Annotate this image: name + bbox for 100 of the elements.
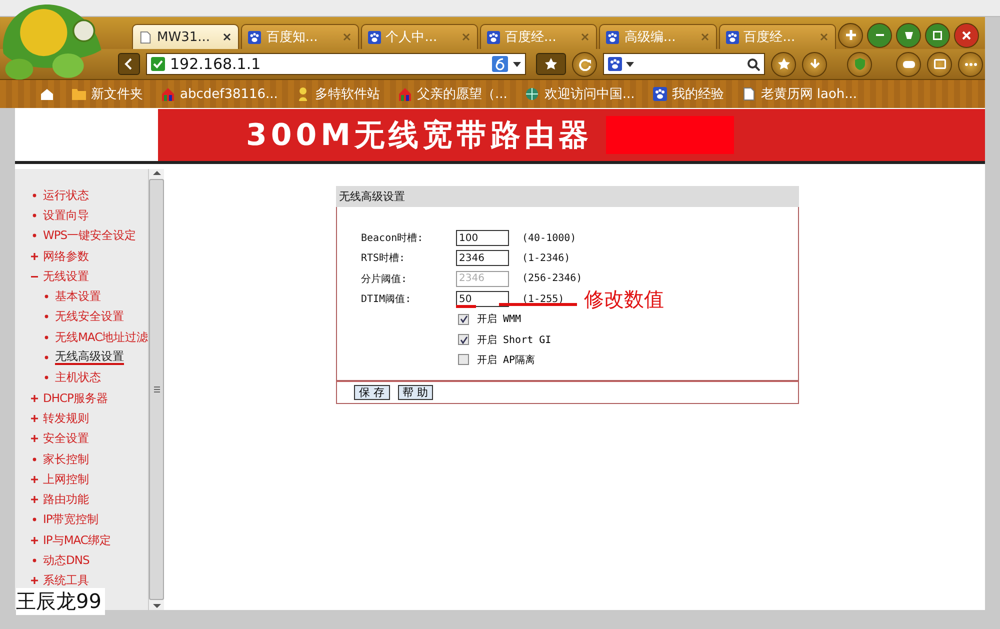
checkbox-label: 开启 WMM xyxy=(477,312,522,326)
nav-link[interactable]: 主机状态 xyxy=(55,370,101,386)
browser-tab[interactable]: 高级编... xyxy=(599,24,717,49)
house-icon xyxy=(398,87,412,101)
nav-link[interactable]: WPS一键安全设定 xyxy=(43,228,136,244)
nav-link[interactable]: 家长控制 xyxy=(43,452,89,466)
annotation-note: 修改数值 xyxy=(584,286,664,313)
caret-icon[interactable] xyxy=(626,62,634,66)
engine-icon xyxy=(492,56,508,72)
bookmark-link[interactable]: 父亲的愿望（... xyxy=(398,85,508,103)
field-label: Beacon时槽: xyxy=(361,232,424,246)
bullet-icon xyxy=(31,556,38,564)
address-field[interactable]: 192.168.1.1 xyxy=(146,53,526,75)
nav-link[interactable]: 系统工具 xyxy=(43,573,89,588)
range-hint: (40-1000) xyxy=(522,232,576,244)
bullet-icon xyxy=(43,313,50,320)
close-icon xyxy=(962,30,972,40)
checkbox[interactable] xyxy=(458,354,469,366)
field-label: 分片阈值: xyxy=(361,272,408,286)
refresh-button[interactable] xyxy=(572,52,597,76)
check-icon xyxy=(460,336,468,344)
browser-tab[interactable]: 个人中... xyxy=(360,24,478,49)
grip-icon xyxy=(154,386,160,393)
nav-link[interactable]: 网络参数 xyxy=(43,248,89,264)
checkbox[interactable] xyxy=(458,334,469,346)
bullet-icon xyxy=(31,212,38,219)
paw-icon xyxy=(608,57,622,71)
browser-tab[interactable]: MW31... xyxy=(132,24,240,49)
search-icon xyxy=(747,58,760,70)
security-button[interactable] xyxy=(847,52,872,76)
nav-link[interactable]: 安全设置 xyxy=(43,431,89,446)
favorites-button[interactable] xyxy=(771,52,796,76)
more-button[interactable] xyxy=(958,52,983,76)
nav-link[interactable]: 基本设置 xyxy=(55,289,101,304)
caret-icon[interactable] xyxy=(513,62,521,66)
nav-link[interactable]: 无线安全设置 xyxy=(55,309,124,324)
page-icon xyxy=(742,87,756,101)
nav-link[interactable]: DHCP服务器 xyxy=(43,390,108,406)
browser-tab[interactable]: 百度知... xyxy=(241,24,359,49)
nav-link[interactable]: 动态DNS xyxy=(43,552,90,568)
bookmark-link[interactable]: 新文件夹 xyxy=(72,85,143,103)
games-button[interactable] xyxy=(896,52,921,76)
more-icon xyxy=(964,62,976,66)
bullet-icon xyxy=(43,334,50,341)
bookmark-link[interactable]: 多特软件站 xyxy=(296,85,380,103)
nav-link[interactable]: 无线高级设置 xyxy=(55,350,124,366)
close-icon[interactable] xyxy=(222,32,232,42)
bookmark-link[interactable]: 欢迎访问中国... xyxy=(525,85,635,103)
checkbox[interactable] xyxy=(458,314,469,325)
skin-button[interactable] xyxy=(896,22,922,48)
form-button[interactable]: 帮 助 xyxy=(398,385,433,400)
bullet-icon xyxy=(43,374,50,382)
bookmark-link[interactable]: 老黄历网 laoh... xyxy=(742,85,858,103)
nav-link[interactable]: 设置向导 xyxy=(43,208,89,223)
bullet-icon xyxy=(31,516,38,524)
nav-link[interactable]: 转发规则 xyxy=(43,410,89,426)
download-icon xyxy=(808,57,822,71)
check-icon xyxy=(460,315,468,324)
range-hint: (1-255) xyxy=(522,294,564,305)
star-icon xyxy=(776,57,790,71)
down-arrow-icon[interactable] xyxy=(152,602,162,610)
nav-link[interactable]: 无线设置 xyxy=(43,268,89,284)
input-field[interactable]: 2346 xyxy=(456,250,509,266)
home-icon[interactable] xyxy=(40,87,54,101)
close-button[interactable] xyxy=(954,22,980,48)
tv-button[interactable] xyxy=(927,52,952,76)
scrollbar[interactable] xyxy=(148,169,164,610)
favorite-button[interactable] xyxy=(536,53,566,75)
paw-icon xyxy=(606,30,620,44)
field-label: RTS时槽: xyxy=(361,252,406,266)
field-label: DTIM阈值: xyxy=(361,293,412,306)
nav-link[interactable]: 路由功能 xyxy=(43,492,89,508)
maximize-button[interactable] xyxy=(925,22,950,48)
gamepad-icon xyxy=(902,60,914,68)
form-button[interactable]: 保 存 xyxy=(354,385,390,400)
download-button[interactable] xyxy=(802,52,827,76)
paw-icon xyxy=(487,30,500,44)
nav-link[interactable]: IP带宽控制 xyxy=(43,512,98,528)
new-tab-button[interactable] xyxy=(838,22,864,48)
nav-link[interactable]: 上网控制 xyxy=(43,472,89,487)
nav-link[interactable]: IP与MAC绑定 xyxy=(43,532,111,548)
search-field[interactable] xyxy=(603,53,765,75)
page-icon xyxy=(139,30,152,44)
bookmark-link[interactable]: abcdef38116... xyxy=(161,86,278,102)
bookmark-link[interactable]: 我的经验 xyxy=(652,85,724,103)
browser-tab[interactable]: 百度经... xyxy=(480,24,598,49)
minimize-button[interactable] xyxy=(867,22,892,48)
browser-tab[interactable]: 百度经... xyxy=(718,24,836,49)
author-signature: 王辰龙99 xyxy=(16,589,102,613)
panel-title: 无线高级设置 xyxy=(336,186,799,207)
nav-link[interactable]: 无线MAC地址过滤 xyxy=(55,330,148,345)
back-button[interactable] xyxy=(118,53,140,75)
up-arrow-icon[interactable] xyxy=(152,169,162,177)
paw-icon xyxy=(652,87,667,101)
input-field[interactable]: 100 xyxy=(456,230,509,246)
house-icon xyxy=(161,87,175,101)
nav-link[interactable]: 运行状态 xyxy=(43,188,89,203)
input-field[interactable]: 50 xyxy=(456,291,509,308)
bullet-icon xyxy=(31,232,38,240)
range-hint: (256-2346) xyxy=(522,273,582,284)
